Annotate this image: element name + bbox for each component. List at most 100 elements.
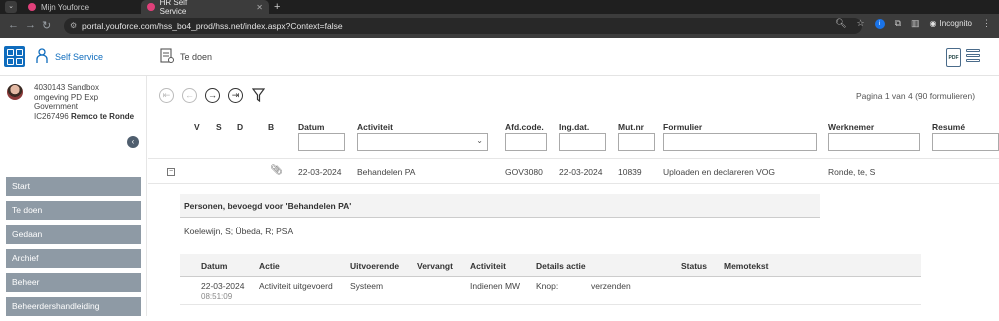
- history-cell-activiteit: Indienen MW: [470, 281, 521, 291]
- history-col-datum: Datum: [201, 261, 228, 271]
- favicon-icon: [147, 3, 155, 11]
- history-col-uitvoerende: Uitvoerende: [350, 261, 400, 271]
- first-page-icon[interactable]: ⇤: [159, 88, 174, 103]
- forward-icon[interactable]: →: [25, 19, 36, 31]
- close-icon[interactable]: ✕: [256, 3, 263, 12]
- history-cell-actie: Activiteit uitgevoerd: [259, 281, 333, 291]
- sidebar-item-gedaan[interactable]: Gedaan: [6, 225, 141, 244]
- sidebar: 4030143 Sandbox omgeving PD Exp Governme…: [0, 76, 147, 316]
- collapse-row-icon[interactable]: −: [167, 168, 175, 176]
- history-col-details: Details actie: [536, 261, 586, 271]
- site-info-icon[interactable]: ⚙: [70, 18, 77, 34]
- person-icon: [36, 48, 48, 63]
- chevron-down-icon: ⌄: [476, 136, 483, 145]
- sidebar-item-start[interactable]: Start: [6, 177, 141, 196]
- extensions-icon[interactable]: ⧉: [895, 18, 901, 29]
- page-title: Te doen: [180, 52, 213, 62]
- col-mutnr: Mut.nr: [618, 122, 644, 132]
- cell-datum: 22-03-2024: [298, 167, 342, 177]
- tab-search-button[interactable]: ⌄: [5, 1, 17, 13]
- user-org-line1: 4030143 Sandbox: [34, 83, 99, 92]
- col-s: S: [216, 122, 222, 132]
- authorized-persons-list: Koelewijn, S; Übeda, R; PSA: [184, 226, 294, 236]
- browser-tab-bar: ⌄ Mijn Youforce ✕ HR Self Service ✕ +: [0, 0, 999, 16]
- attachment-icon[interactable]: 📎︎: [270, 165, 283, 176]
- main-content: ⇤ ← → ⇥ Pagina 1 van 4 (90 formulieren) …: [148, 76, 999, 316]
- url-field[interactable]: ⚙ portal.youforce.com/hss_bo4_prod/hss.n…: [64, 18, 862, 34]
- history-row: 22-03-2024 08:51:09 Activiteit uitgevoer…: [180, 277, 921, 305]
- history-cell-details-key: Knop:: [536, 281, 559, 291]
- next-page-icon[interactable]: →: [205, 88, 220, 103]
- favicon-icon: [28, 3, 36, 11]
- collapse-sidebar-icon[interactable]: ‹: [127, 136, 139, 148]
- history-col-activiteit: Activiteit: [470, 261, 506, 271]
- list-view-icon[interactable]: [966, 49, 980, 64]
- last-page-icon[interactable]: ⇥: [228, 88, 243, 103]
- col-afd: Afd.code.: [505, 122, 544, 132]
- col-activiteit: Activiteit: [357, 122, 393, 132]
- tab-title: Mijn Youforce: [41, 2, 90, 12]
- filter-activiteit-select[interactable]: ⌄: [357, 133, 488, 151]
- reload-icon[interactable]: ↻: [42, 19, 51, 32]
- incognito-label: Incognito: [939, 19, 972, 28]
- user-id-line: IC267496 Remco te Ronde: [34, 112, 142, 122]
- extension-icon[interactable]: i: [874, 18, 885, 29]
- sidebar-item-beheerdershandleiding[interactable]: Beheerdershandleiding: [6, 297, 141, 316]
- cell-afd: GOV3080: [505, 167, 543, 177]
- sidebar-item-te-doen[interactable]: Te doen: [6, 201, 141, 220]
- cell-mutnr: 10839: [618, 167, 642, 177]
- history-col-status: Status: [681, 261, 707, 271]
- table-row[interactable]: − 📎︎ 22-03-2024 Behandelen PA GOV3080 22…: [148, 158, 999, 184]
- authorized-persons-header: Personen, bevoegd voor 'Behandelen PA': [180, 194, 820, 218]
- user-id: IC267496: [34, 111, 69, 121]
- user-org-line2: omgeving PD Exp: [34, 92, 99, 102]
- sidepanel-icon[interactable]: ▥: [911, 18, 920, 29]
- browser-tab-active[interactable]: HR Self Service ✕: [141, 0, 269, 16]
- sidebar-item-archief[interactable]: Archief: [6, 249, 141, 268]
- col-datum: Datum: [298, 122, 325, 132]
- filter-formulier-input[interactable]: [663, 133, 817, 151]
- history-cell-datum: 22-03-2024: [201, 281, 245, 291]
- star-icon[interactable]: ☆: [857, 18, 865, 29]
- filter-icon[interactable]: [252, 88, 265, 102]
- address-bar-area: ← → ↻ ⚙ portal.youforce.com/hss_bo4_prod…: [0, 14, 999, 38]
- history-table-header: Datum Actie Uitvoerende Vervangt Activit…: [180, 254, 921, 277]
- col-v: V: [194, 122, 200, 132]
- col-resume: Resumé: [932, 122, 966, 132]
- col-d: D: [237, 122, 244, 132]
- pdf-icon[interactable]: PDF: [946, 48, 961, 67]
- menu-icon[interactable]: ⋮: [982, 18, 991, 29]
- zoom-icon[interactable]: 🔍︎: [835, 18, 846, 29]
- new-tab-icon[interactable]: +: [274, 1, 280, 13]
- history-col-vervangt: Vervangt: [417, 261, 453, 271]
- filter-mutnr-input[interactable]: [618, 133, 655, 151]
- col-formulier: Formulier: [663, 122, 703, 132]
- incognito-icon: ◉: [929, 19, 937, 28]
- filter-resume-input[interactable]: [932, 133, 999, 151]
- self-service-link[interactable]: Self Service: [55, 52, 103, 62]
- sidebar-menu: Start Te doen Gedaan Archief Beheer Behe…: [6, 177, 141, 321]
- history-cell-tijd: 08:51:09: [201, 292, 233, 301]
- app-grid-icon[interactable]: [4, 46, 25, 67]
- col-ingdat: Ing.dat.: [559, 122, 590, 132]
- history-col-memo: Memotekst: [724, 261, 769, 271]
- history-cell-details-value: verzenden: [591, 281, 631, 291]
- todo-icon: [160, 48, 174, 63]
- filter-afd-input[interactable]: [505, 133, 547, 151]
- filter-werknemer-input[interactable]: [828, 133, 920, 151]
- user-name: Remco te Ronde: [70, 111, 135, 121]
- history-col-actie: Actie: [259, 261, 280, 271]
- sidebar-item-beheer[interactable]: Beheer: [6, 273, 141, 292]
- history-cell-uitvoerende: Systeem: [350, 281, 384, 291]
- back-icon[interactable]: ←: [8, 19, 19, 31]
- filter-datum-input[interactable]: [298, 133, 345, 151]
- prev-page-icon[interactable]: ←: [182, 88, 197, 103]
- url-text: portal.youforce.com/hss_bo4_prod/hss.net…: [82, 21, 343, 31]
- filter-ingdat-input[interactable]: [559, 133, 606, 151]
- cell-formulier: Uploaden en declareren VOG: [663, 167, 775, 177]
- user-org-line3: Government: [34, 102, 79, 111]
- incognito-badge[interactable]: ◉ Incognito: [930, 19, 972, 28]
- cell-werknemer: Ronde, te, S: [828, 167, 876, 177]
- cell-activiteit: Behandelen PA: [357, 167, 416, 177]
- user-info: 4030143 Sandbox omgeving PD Exp Governme…: [34, 83, 142, 121]
